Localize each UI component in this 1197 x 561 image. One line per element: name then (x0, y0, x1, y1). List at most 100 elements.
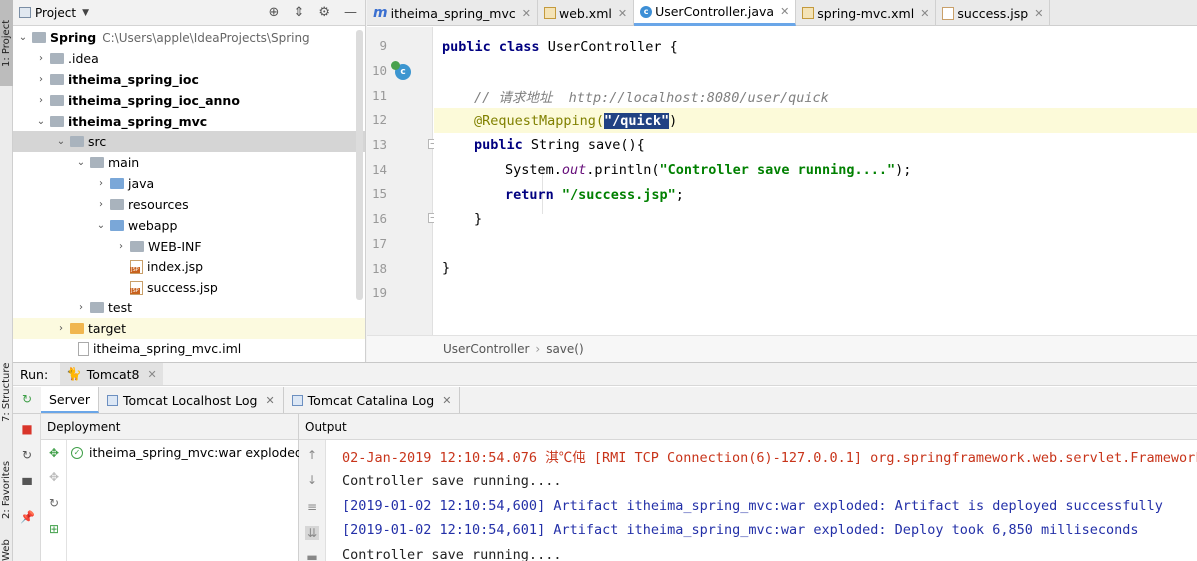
code-line-14: System. out .println("Controller save runn… (434, 157, 1197, 182)
tree-item-main[interactable]: ⌄ main (13, 152, 365, 173)
output-header: Output (299, 414, 1197, 440)
close-icon[interactable]: ✕ (1034, 7, 1043, 20)
breadcrumb-class[interactable]: UserController (443, 342, 529, 356)
chevron-right-icon[interactable]: › (75, 302, 87, 313)
spring-bean-gutter-icon[interactable]: c (391, 61, 411, 80)
chevron-right-icon[interactable]: › (35, 74, 47, 85)
folder-icon (130, 241, 144, 252)
tomcat-icon: 🐈 (66, 366, 82, 381)
close-icon[interactable]: ✕ (148, 368, 157, 381)
scroll-to-end-icon[interactable]: ⇊ (305, 526, 319, 540)
undeploy-icon[interactable]: ✥ (47, 470, 61, 484)
tab-label: web.xml (558, 5, 612, 21)
tree-item-spring[interactable]: ⌄ Spring C:\Users\apple\IdeaProjects\Spr… (13, 27, 365, 48)
stop-icon[interactable]: ■ (20, 422, 34, 436)
chevron-right-icon[interactable]: › (35, 95, 47, 106)
update-icon[interactable]: ↻ (20, 448, 34, 462)
structure-tool-tab[interactable]: 7: Structure (0, 352, 13, 432)
chevron-right-icon: › (535, 342, 541, 356)
output-line: 02-Jan-2019 12:10:54.076 淇℃伅 [RMI TCP Co… (342, 450, 1197, 466)
tree-item-itheima-spring-ioc[interactable]: › itheima_spring_ioc (13, 69, 365, 90)
tree-item-test[interactable]: › test (13, 297, 365, 318)
chevron-right-icon[interactable]: › (35, 53, 47, 64)
chevron-down-icon[interactable]: ⌄ (17, 32, 29, 43)
close-icon[interactable]: ✕ (265, 394, 274, 407)
arrow-down-icon[interactable]: ↓ (305, 473, 319, 487)
collapse-all-icon[interactable]: ⇕ (293, 5, 304, 20)
web-tool-tab[interactable]: Web (0, 540, 13, 561)
chevron-right-icon[interactable]: › (115, 241, 127, 252)
tab-spring-mvc-xml[interactable]: spring-mvc.xml ✕ (796, 0, 937, 26)
gear-icon[interactable]: ⚙ (318, 5, 330, 20)
project-view-selector[interactable]: Project (35, 6, 76, 20)
chevron-right-icon[interactable]: › (95, 199, 107, 210)
rerun-icon[interactable]: ↻ (20, 392, 34, 406)
project-panel-header: Project ▼ ⊕ ⇕ ⚙ — (13, 0, 365, 26)
check-icon: ✓ (71, 446, 83, 459)
tab-tomcat-localhost-log[interactable]: Tomcat Localhost Log ✕ (99, 387, 284, 413)
tree-item-label: itheima_spring_ioc_anno (68, 93, 240, 108)
favorites-tool-tab[interactable]: 2: Favorites (0, 450, 13, 530)
code-text: UserController { (547, 38, 678, 55)
tree-item-iml[interactable]: itheima_spring_mvc.iml (13, 338, 365, 359)
output-section: Output ↑ ↓ ≡ ⇊ ▬ 02-Jan-2019 12:10:54.07… (299, 414, 1197, 561)
close-icon[interactable]: ✕ (442, 394, 451, 407)
refresh-icon[interactable]: ↻ (47, 496, 61, 510)
tab-server[interactable]: Server (41, 387, 99, 413)
chevron-down-icon[interactable]: ⌄ (75, 157, 87, 168)
close-icon[interactable]: ✕ (920, 7, 929, 20)
close-icon[interactable]: ✕ (618, 7, 627, 20)
chevron-down-icon[interactable]: ⌄ (55, 136, 67, 147)
tree-item-itheima-spring-ioc-anno[interactable]: › itheima_spring_ioc_anno (13, 90, 365, 111)
tree-item-target[interactable]: › target (13, 318, 365, 339)
code-area[interactable]: public class UserController { // 请求地址 ht… (434, 27, 1197, 335)
tree-item-src[interactable]: ⌄ src (13, 131, 365, 152)
project-scrollbar[interactable] (356, 30, 363, 300)
code-line-9: public class UserController { (434, 34, 1197, 59)
chevron-right-icon[interactable]: › (95, 178, 107, 189)
pin-icon[interactable]: 📌 (20, 510, 35, 524)
close-icon[interactable]: ✕ (522, 7, 531, 20)
tab-label: itheima_spring_mvc (390, 5, 516, 21)
locate-icon[interactable]: ⊕ (269, 5, 280, 20)
deployment-item[interactable]: ✓ itheima_spring_mvc:war exploded (71, 445, 303, 460)
tab-success-jsp[interactable]: success.jsp ✕ (936, 0, 1051, 26)
deploy-icon[interactable]: ✥ (47, 446, 61, 460)
jsp-file-icon (130, 280, 143, 295)
tree-item-index-jsp[interactable]: index.jsp (13, 256, 365, 277)
tree-item-webapp[interactable]: ⌄ webapp (13, 215, 365, 236)
run-config-tab[interactable]: 🐈 Tomcat8 ✕ (60, 363, 163, 385)
print-icon[interactable]: ▬ (305, 550, 319, 561)
layout-icon[interactable]: ▀ (20, 478, 34, 492)
project-tool-tab[interactable]: 1: Project (0, 0, 13, 86)
close-icon[interactable]: ✕ (780, 5, 789, 18)
tree-item-itheima-spring-mvc[interactable]: ⌄ itheima_spring_mvc (13, 111, 365, 132)
tab-label: Server (49, 391, 90, 407)
tab-user-controller-java[interactable]: c UserController.java ✕ (634, 0, 797, 26)
line-number: 19 (371, 285, 387, 300)
deploy-all-icon[interactable]: ⊞ (47, 522, 61, 536)
tree-item-label: success.jsp (147, 280, 218, 295)
code-comment: // 请求地址 http://localhost:8080/user/quick (474, 89, 829, 106)
chevron-right-icon[interactable]: › (55, 323, 67, 334)
tree-item-resources[interactable]: › resources (13, 194, 365, 215)
output-toolbar: ↑ ↓ ≡ ⇊ ▬ (299, 440, 326, 561)
tree-item-label: Spring (50, 30, 97, 45)
xml-file-icon (802, 7, 815, 19)
chevron-down-icon[interactable]: ⌄ (35, 116, 47, 127)
tree-item-success-jsp[interactable]: success.jsp (13, 277, 365, 298)
breadcrumb-method[interactable]: save() (546, 342, 583, 356)
arrow-up-icon[interactable]: ↑ (305, 448, 319, 462)
tab-itheima-spring-mvc[interactable]: m itheima_spring_mvc ✕ (367, 0, 538, 26)
soft-wrap-icon[interactable]: ≡ (305, 500, 319, 514)
code-text: String save(){ (530, 136, 645, 153)
chevron-down-icon[interactable]: ⌄ (95, 220, 107, 231)
tree-item-idea[interactable]: › .idea (13, 48, 365, 69)
tab-web-xml[interactable]: web.xml ✕ (538, 0, 635, 26)
tab-tomcat-catalina-log[interactable]: Tomcat Catalina Log ✕ (284, 387, 461, 413)
minimize-icon[interactable]: — (344, 5, 357, 20)
chevron-down-icon[interactable]: ▼ (82, 8, 89, 18)
tree-item-java[interactable]: › java (13, 173, 365, 194)
tree-item-web-inf[interactable]: › WEB-INF (13, 236, 365, 257)
deployment-item-label: itheima_spring_mvc:war exploded (89, 445, 303, 460)
